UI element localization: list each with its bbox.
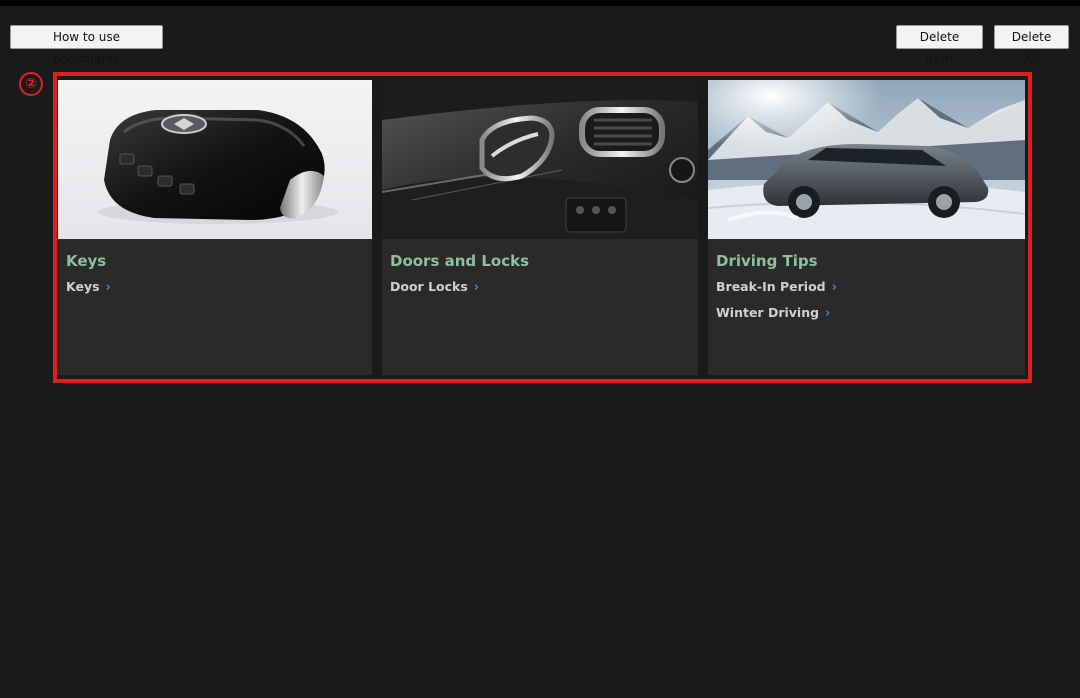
link-label: Keys	[66, 279, 100, 294]
chevron-right-icon: ›	[473, 280, 480, 295]
link-keys[interactable]: Keys ›	[66, 279, 111, 295]
bookmark-card-keys[interactable]: Keys Keys ›	[58, 80, 372, 375]
card-links-doors-and-locks: Door Locks ›	[390, 279, 479, 305]
delete-all-button[interactable]: Delete All	[994, 25, 1069, 66]
link-winter-driving[interactable]: Winter Driving ›	[716, 305, 837, 321]
top-strip	[0, 0, 1080, 6]
chevron-right-icon: ›	[831, 280, 837, 295]
link-break-in-period[interactable]: Break-In Period ›	[716, 279, 837, 295]
card-links-driving-tips: Break-In Period › Winter Driving ›	[716, 279, 837, 331]
driving-tips-image	[708, 80, 1025, 239]
doors-and-locks-image	[382, 80, 698, 239]
link-door-locks[interactable]: Door Locks ›	[390, 279, 479, 295]
link-label: Break-In Period	[716, 279, 826, 294]
card-title-driving-tips: Driving Tips	[716, 252, 818, 270]
bookmark-card-doors-and-locks[interactable]: Doors and Locks Door Locks ›	[382, 80, 698, 375]
link-label: Winter Driving	[716, 305, 820, 320]
how-to-use-bookmarks-button[interactable]: How to use bookmarks	[10, 25, 163, 66]
card-title-doors-and-locks: Doors and Locks	[390, 252, 530, 270]
card-links-keys: Keys ›	[66, 279, 111, 305]
bookmark-card-driving-tips[interactable]: Driving Tips Break-In Period › Winter Dri…	[708, 80, 1025, 375]
chevron-right-icon: ›	[105, 280, 111, 295]
keys-image	[58, 80, 372, 239]
delete-item-button[interactable]: Delete Item	[896, 25, 983, 66]
chevron-right-icon: ›	[825, 306, 831, 321]
link-label: Door Locks	[390, 279, 468, 294]
card-title-keys: Keys	[66, 252, 107, 270]
annotation-marker: ②	[19, 72, 43, 96]
